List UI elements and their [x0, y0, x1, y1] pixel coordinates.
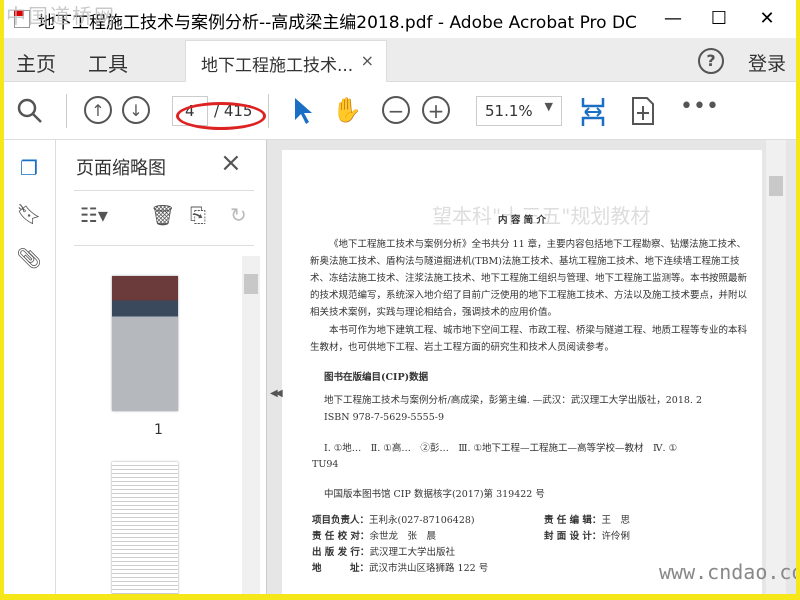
zoom-select[interactable]: 51.1% ▼ — [476, 96, 562, 126]
credit-item: 出 版 发 行：武汉理工大学出版社 — [312, 547, 455, 558]
page-thumbnail-1[interactable] — [112, 276, 178, 411]
previous-page-icon[interactable]: ↑ — [84, 96, 112, 124]
doc-heading: 内 容 简 介 — [498, 215, 546, 226]
site-watermark-logo: 中国道桥网 — [6, 4, 116, 28]
document-scrollbar[interactable] — [766, 140, 786, 594]
bookmark-icon[interactable]: 🔖︎ — [16, 202, 42, 228]
panel-toolbar: ☷▾ 🗑︎ ⎘ ↻ — [74, 190, 254, 246]
minimize-button[interactable]: — — [650, 4, 696, 34]
cip-number: 中国版本图书馆 CIP 数据核字(2017)第 319422 号 — [324, 489, 545, 500]
acrobat-window: 地下工程施工技术与案例分析--高成梁主编2018.pdf - Adobe Acr… — [4, 0, 796, 594]
doc-intro-paragraph-2: 本书可作为地下建筑工程、城市地下空间工程、市政工程、桥梁与隧道工程、地质工程等专… — [310, 325, 748, 353]
credit-item: 项目负责人：王利永(027-87106428) — [312, 515, 475, 526]
scroll-mode-icon[interactable] — [628, 96, 658, 126]
attachment-icon[interactable]: 📎︎ — [16, 246, 42, 272]
close-panel-icon[interactable]: × — [220, 148, 242, 178]
page-thumbnails-icon[interactable]: ❐ — [16, 156, 42, 182]
panel-splitter[interactable]: ◀ — [266, 140, 280, 594]
rotate-icon[interactable]: ↻ — [230, 203, 247, 227]
scroll-thumb[interactable] — [244, 274, 258, 294]
fit-page-icon[interactable] — [578, 96, 608, 126]
panel-scrollbar[interactable] — [242, 256, 260, 594]
tab-label: 地下工程施工技术... — [201, 56, 354, 76]
cip-line: 地下工程施工技术与案例分析/高成梁，彭第主编. —武汉：武汉理工大学出版社，20… — [324, 395, 703, 406]
hand-tool-icon[interactable]: ✋ — [332, 96, 362, 126]
select-arrow-icon[interactable] — [288, 96, 318, 126]
tab-close-icon[interactable]: × — [361, 51, 374, 70]
thumbnail-page-number: 1 — [154, 422, 163, 438]
divider — [66, 94, 67, 128]
help-icon[interactable]: ? — [698, 48, 724, 74]
document-tab[interactable]: 地下工程施工技术... × — [185, 40, 387, 82]
red-annotation-ellipse — [176, 102, 266, 130]
expand-arrow-icon[interactable]: ◀ — [275, 388, 283, 399]
zoom-in-icon[interactable]: + — [422, 96, 450, 124]
search-icon[interactable] — [14, 96, 44, 126]
thumbnail-options-icon[interactable]: ☷▾ — [80, 203, 108, 227]
credit-item: 责 任 校 对：余世龙 张 晨 — [312, 531, 436, 542]
insert-page-icon[interactable]: ⎘ — [190, 203, 206, 227]
site-watermark-url: www.cndao.com — [659, 560, 796, 584]
menu-tools[interactable]: 工具 — [88, 48, 128, 77]
window-title: 地下工程施工技术与案例分析--高成梁主编2018.pdf - Adobe Acr… — [38, 13, 637, 33]
scroll-thumb[interactable] — [769, 176, 783, 196]
close-window-button[interactable]: ✕ — [744, 4, 790, 34]
menu-home[interactable]: 主页 — [16, 48, 56, 77]
menu-bar: 主页 工具 地下工程施工技术... × ? 登录 — [4, 38, 796, 82]
login-button[interactable]: 登录 — [748, 49, 786, 76]
more-options-icon[interactable]: ••• — [680, 96, 719, 126]
page-thumbnail-2[interactable] — [112, 462, 178, 594]
credit-item: 封 面 设 计：许伶俐 — [544, 531, 630, 542]
cip-isbn: ISBN 978-7-5629-5555-9 — [324, 412, 444, 423]
cip-classification: Ⅰ. ①地… Ⅱ. ①高… ②彭… Ⅲ. ①地下工程—工程施工—高等学校—教材 … — [324, 443, 678, 454]
cip-tu: TU94 — [312, 459, 339, 470]
thumbnails-panel: 页面缩略图 × ☷▾ 🗑︎ ⎘ ↻ 1 — [56, 140, 266, 594]
zoom-out-icon[interactable]: − — [382, 96, 410, 124]
toolbar: ↑ ↓ 4 / 415 ✋ − + 51.1% ▼ ••• — [4, 82, 796, 140]
panel-title: 页面缩略图 — [76, 158, 166, 179]
doc-intro-paragraph-1: 《地下工程施工技术与案例分析》全书共分 11 章，主要内容包括地下工程勘察、钻爆… — [310, 239, 748, 318]
next-page-icon[interactable]: ↓ — [122, 96, 150, 124]
zoom-value: 51.1% — [485, 102, 533, 120]
credit-item: 地 址：武汉市洪山区珞狮路 122 号 — [312, 563, 489, 574]
pdf-page: 望本科"十三五"规划教材 内 容 简 介 《地下工程施工技术与案例分析》全书共分… — [282, 150, 762, 594]
title-bar: 地下工程施工技术与案例分析--高成梁主编2018.pdf - Adobe Acr… — [4, 0, 796, 38]
document-view: 望本科"十三五"规划教材 内 容 简 介 《地下工程施工技术与案例分析》全书共分… — [275, 140, 796, 594]
divider — [268, 94, 269, 128]
delete-page-icon[interactable]: 🗑︎ — [150, 203, 175, 227]
left-navigation-strip: ❐ 🔖︎ 📎︎ — [4, 140, 56, 594]
cip-title: 图书在版编目(CIP)数据 — [324, 372, 429, 383]
maximize-button[interactable]: ☐ — [696, 4, 742, 34]
credit-item: 责 任 编 辑：王 思 — [544, 515, 630, 526]
chevron-down-icon: ▼ — [544, 100, 553, 113]
